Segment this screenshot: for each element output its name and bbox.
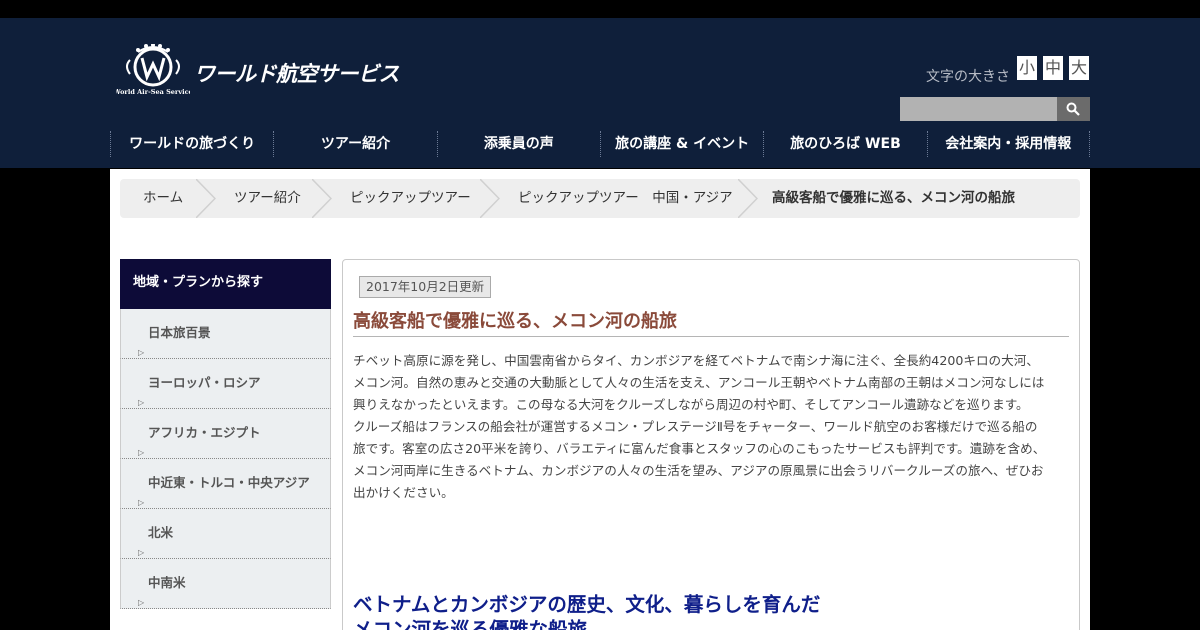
- article-body: チベット高原に源を発し、中国雲南省からタイ、カンボジアを経てベトナムで南シナ海に…: [353, 350, 1071, 504]
- nav-item-company[interactable]: 会社案内・採用情報: [926, 131, 1090, 157]
- article-body-line: 旅です。客室の広さ20平米を誇り、バラエティに富んだ食事とスタッフの心のこもった…: [353, 441, 1046, 456]
- sidebar-heading: 地域・プランから探す: [120, 259, 331, 309]
- article-body-line: クルーズ船はフランスの船会社が運営するメコン・プレステージⅡ号をチャーター、ワー…: [353, 419, 1038, 434]
- breadcrumb-home[interactable]: ホーム: [143, 179, 183, 218]
- chevron-right-icon: [312, 179, 332, 218]
- sidebar-item-europe[interactable]: ▷ ヨーロッパ・ロシア: [120, 359, 331, 409]
- nav-item-events[interactable]: 旅の講座 & イベント: [599, 131, 763, 157]
- top-bar: [0, 0, 1200, 18]
- logo-text: ワールド航空サービス: [194, 62, 400, 86]
- sidebar-item-label: 中近東・トルコ・中央アジア: [148, 475, 310, 490]
- article-body-line: メコン河。自然の恵みと交通の大動脈として人々の生活を支え、アンコール王朝やベトナ…: [353, 375, 1045, 390]
- nav-item-hiroba-web[interactable]: 旅のひろば WEB: [763, 131, 926, 157]
- site-search: [900, 97, 1090, 121]
- sidebar-item-label: 中南米: [148, 575, 186, 590]
- article: 2017年10月2日更新 高級客船で優雅に巡る、メコン河の船旅 チベット高原に源…: [342, 259, 1080, 630]
- nav-item-tabizukuri[interactable]: ワールドの旅づくり: [110, 131, 273, 157]
- breadcrumb-pickup-asia[interactable]: ピックアップツアー 中国・アジア: [518, 179, 733, 218]
- sidebar-item-africa[interactable]: ▷ アフリカ・エジプト: [120, 409, 331, 459]
- updated-date-badge: 2017年10月2日更新: [359, 276, 492, 298]
- font-size-large-button[interactable]: 大: [1069, 56, 1089, 80]
- search-icon: [1066, 102, 1080, 116]
- sidebar-item-latin-america[interactable]: ▷ 中南米: [120, 559, 331, 609]
- logo-emblem-icon: World Air-Sea Service: [116, 44, 190, 96]
- triangle-right-icon: ▷: [138, 598, 145, 607]
- font-size-label: 文字の大きさ: [926, 69, 1010, 85]
- global-nav: ワールドの旅づくり ツアー紹介 添乗員の声 旅の講座 & イベント 旅のひろば …: [110, 131, 1090, 157]
- sidebar-item-label: アフリカ・エジプト: [148, 425, 261, 440]
- sidebar-item-middle-east[interactable]: ▷ 中近東・トルコ・中央アジア: [120, 459, 331, 509]
- chevron-right-icon: [196, 179, 216, 218]
- site-logo[interactable]: World Air-Sea Service ワールド航空サービス: [116, 44, 406, 98]
- sidebar-item-label: ヨーロッパ・ロシア: [148, 375, 261, 390]
- font-size-medium-button[interactable]: 中: [1043, 56, 1063, 80]
- chevron-right-icon: [738, 179, 758, 218]
- breadcrumb: ホーム ツアー紹介 ピックアップツアー ピックアップツアー 中国・アジア 高級客…: [120, 179, 1080, 218]
- article-body-line: 出かけください。: [353, 485, 454, 500]
- article-body-line: チベット高原に源を発し、中国雲南省からタイ、カンボジアを経てベトナムで南シナ海に…: [353, 353, 1039, 368]
- logo-caption: World Air-Sea Service: [116, 88, 190, 96]
- sidebar-item-japan[interactable]: ▷ 日本旅百景: [120, 309, 331, 359]
- article-body-line: メコン河両岸に生きるベトナム、カンボジアの人々の生活を望み、アジアの原風景に出会…: [353, 463, 1044, 478]
- search-input[interactable]: [900, 97, 1058, 121]
- article-subtitle-line: ベトナムとカンボジアの歴史、文化、暮らしを育んだ: [353, 593, 821, 616]
- sidebar: 地域・プランから探す ▷ 日本旅百景 ▷ ヨーロッパ・ロシア ▷ アフリカ・エジ…: [120, 259, 332, 630]
- nav-item-tour-conductor-voice[interactable]: 添乗員の声: [436, 131, 600, 157]
- site-header: World Air-Sea Service ワールド航空サービス 文字の大きさ …: [0, 18, 1200, 168]
- sidebar-item-north-america[interactable]: ▷ 北米: [120, 509, 331, 559]
- article-body-line: 興りえなかったといえます。この母なる大河をクルーズしながら周辺の村や町、そしてア…: [353, 397, 1029, 412]
- font-size-small-button[interactable]: 小: [1017, 56, 1037, 80]
- breadcrumb-current: 高級客船で優雅に巡る、メコン河の船旅: [772, 190, 1015, 206]
- article-subtitle-line: メコン河を巡る優雅な船旅: [353, 618, 588, 630]
- search-button[interactable]: [1057, 97, 1090, 121]
- breadcrumb-pickup[interactable]: ピックアップツアー: [350, 179, 471, 218]
- article-subtitle: ベトナムとカンボジアの歴史、文化、暮らしを育んだ メコン河を巡る優雅な船旅: [353, 592, 1069, 630]
- breadcrumb-tours[interactable]: ツアー紹介: [234, 179, 301, 218]
- sidebar-item-label: 北米: [148, 525, 174, 540]
- sidebar-item-label: 日本旅百景: [148, 325, 211, 340]
- article-title: 高級客船で優雅に巡る、メコン河の船旅: [353, 307, 1069, 337]
- chevron-right-icon: [480, 179, 500, 218]
- main-content: ホーム ツアー紹介 ピックアップツアー ピックアップツアー 中国・アジア 高級客…: [110, 169, 1090, 630]
- nav-item-tours[interactable]: ツアー紹介: [273, 131, 436, 157]
